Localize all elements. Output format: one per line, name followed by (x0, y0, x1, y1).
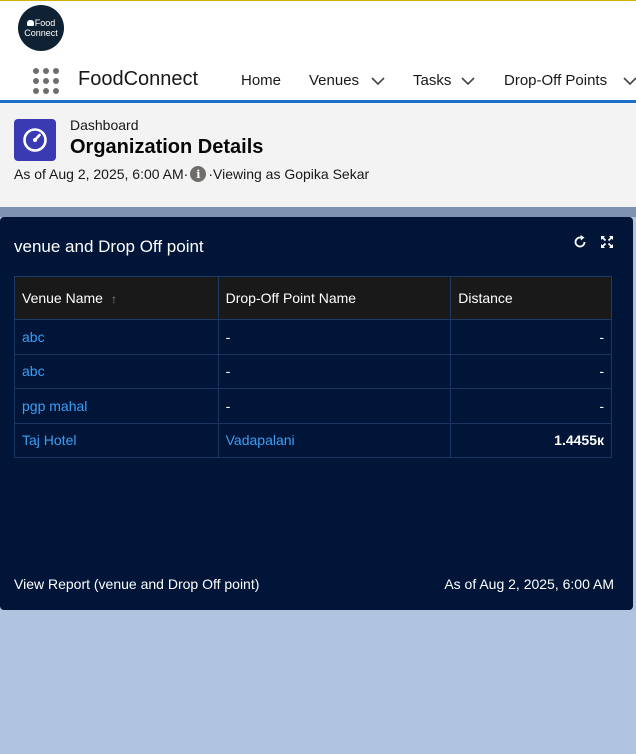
logo-text-line2: Connect (24, 28, 58, 38)
column-header-venue-name[interactable]: Venue Name ↑ (14, 276, 219, 320)
dropoff-chevron-down-icon[interactable] (622, 73, 636, 89)
distance-cell: - (450, 319, 612, 355)
distance-cell: - (450, 388, 612, 424)
breadcrumb: Dashboard (70, 117, 139, 133)
report-widget-card: venue and Drop Off point Venue Name ↑ Dro… (0, 217, 633, 610)
app-name: FoodConnect (78, 68, 199, 90)
dropoff-cell: - (217, 353, 452, 389)
background-strip (0, 207, 636, 217)
table-row: abc - - (14, 353, 612, 389)
page-meta: As of Aug 2, 2025, 6:00 AM· i ·Viewing a… (14, 166, 369, 182)
sort-arrow-up-icon: ↑ (110, 292, 117, 306)
as-of-text: As of Aug 2, 2025, 6:00 AM· (14, 166, 189, 182)
table-row: Taj Hotel Vadapalani 1.4455к (14, 422, 612, 458)
food-connect-logo[interactable]: Food Connect (18, 5, 64, 51)
tasks-chevron-down-icon[interactable] (460, 73, 476, 89)
widget-title: venue and Drop Off point (14, 237, 204, 256)
dropoff-cell: - (217, 319, 452, 355)
nav-item-home[interactable]: Home (241, 72, 281, 89)
global-header (0, 1, 636, 57)
viewing-as-text: ·Viewing as Gopika Sekar (208, 166, 370, 182)
distance-cell: - (450, 353, 612, 389)
app-launcher-icon[interactable] (33, 68, 59, 94)
expand-icon[interactable] (599, 234, 615, 250)
nav-item-venues[interactable]: Venues (309, 72, 359, 89)
report-table: Venue Name ↑ Drop-Off Point Name Distance… (14, 276, 612, 458)
venue-link[interactable]: abc (14, 319, 219, 355)
table-row: abc - - (14, 319, 612, 355)
view-report-link[interactable]: View Report (venue and Drop Off point) (14, 576, 259, 592)
nav-item-tasks[interactable]: Tasks (413, 72, 451, 89)
venue-link[interactable]: pgp mahal (14, 388, 219, 424)
logo-text-line1: Food (34, 18, 56, 28)
dropoff-cell: - (217, 388, 452, 424)
nav-item-dropoff-points[interactable]: Drop-Off Points (504, 72, 607, 89)
table-row: pgp mahal - - (14, 388, 612, 424)
page-title: Organization Details (70, 136, 264, 158)
column-header-dropoff-point-name[interactable]: Drop-Off Point Name (217, 276, 452, 320)
info-icon[interactable]: i (190, 166, 207, 182)
widget-timestamp: As of Aug 2, 2025, 6:00 AM (444, 576, 614, 592)
venue-link[interactable]: abc (14, 353, 219, 389)
dropoff-link[interactable]: Vadapalani (217, 422, 452, 458)
dashboard-gauge-icon (14, 119, 56, 161)
column-header-distance[interactable]: Distance (450, 276, 612, 320)
refresh-icon[interactable] (572, 234, 588, 250)
chef-hat-icon (26, 20, 34, 26)
table-header-row: Venue Name ↑ Drop-Off Point Name Distance (14, 276, 612, 320)
distance-cell: 1.4455к (450, 422, 612, 458)
venues-chevron-down-icon[interactable] (370, 73, 386, 89)
venue-link[interactable]: Taj Hotel (14, 422, 219, 458)
